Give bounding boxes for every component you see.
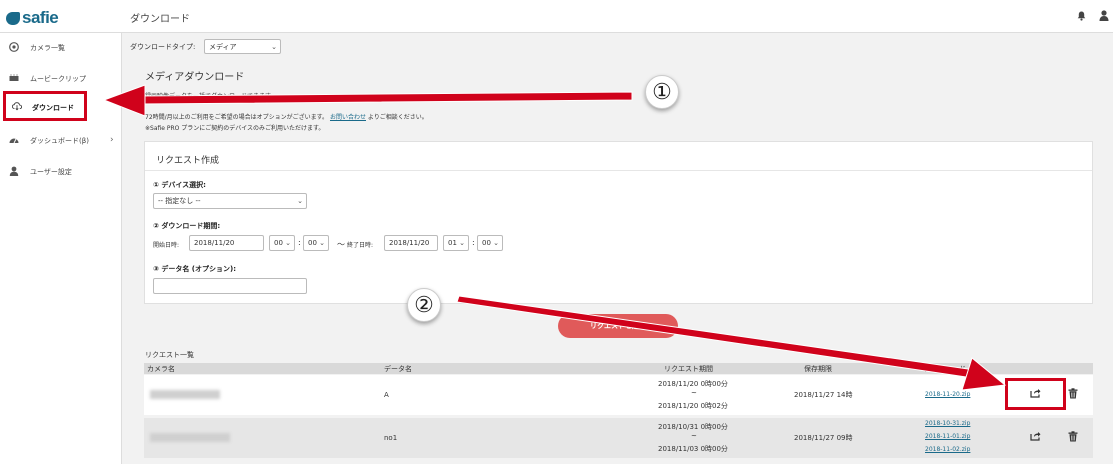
chevron-down-icon: ⌄ — [319, 239, 325, 247]
end-hour-select[interactable]: 01 ⌄ — [443, 235, 469, 251]
chevron-down-icon: ⌄ — [459, 239, 465, 247]
chevron-down-icon: ⌄ — [271, 42, 277, 51]
camera-name-redacted — [150, 390, 220, 399]
annotation-badge-2: ② — [407, 288, 441, 322]
bell-icon[interactable] — [1077, 11, 1086, 21]
period-end: 2018/11/20 0時02分 — [658, 402, 728, 410]
sidebar-item-label: ムービークリップ — [30, 75, 86, 83]
trash-icon[interactable] — [1068, 431, 1078, 442]
annotation-badge-1: ① — [645, 75, 679, 109]
info-line-2-text: 72時間/月以上のご利用をご希望の場合はオプションがございます。 — [145, 114, 329, 121]
safie-logo[interactable]: safie — [6, 8, 59, 28]
time-separator: : — [472, 238, 475, 247]
column-expiry: 保存期限 — [804, 365, 832, 373]
start-hour-value: 00 — [274, 239, 283, 247]
info-line-3: ※Safie PRO プランにご契約のデバイスのみご利用いただけます。 — [145, 125, 325, 132]
info-line-1: 録画映像データを一括でダウンロードできます。 — [145, 93, 277, 100]
page-title: ダウンロード — [130, 14, 190, 25]
period-tilde: 〜 — [337, 240, 345, 249]
column-download: ダウンロード — [924, 365, 966, 373]
column-camera: カメラ名 — [147, 365, 175, 373]
info-line-2: 72時間/月以上のご利用をご希望の場合はオプションがございます。 お問い合わせ … — [145, 112, 428, 121]
period-start: 2018/10/31 0時00分 — [658, 423, 728, 431]
logo-text: safie — [22, 8, 59, 27]
send-request-button[interactable]: リクエストを送る — [558, 314, 678, 338]
end-datetime-label: 終了日時: — [347, 242, 374, 249]
request-form-card: リクエスト作成 ① デバイス選択: -- 指定なし -- ⌄ ② ダウンロード期… — [144, 141, 1093, 304]
request-form-title: リクエスト作成 — [156, 156, 220, 166]
sidebar-item-label: ダウンロード — [32, 104, 74, 112]
device-select-value: -- 指定なし -- — [158, 197, 201, 205]
sidebar: カメラ一覧 ムービークリップ ダウンロード ダッシュボード(β) › ユーザー設… — [0, 33, 122, 464]
sidebar-item-download[interactable]: ダウンロード — [3, 91, 87, 121]
camera-icon — [9, 42, 19, 52]
column-period: リクエスト期間 — [664, 365, 713, 373]
cloud-download-icon — [12, 102, 22, 111]
end-date-value: 2018/11/20 — [389, 239, 430, 247]
download-type-select[interactable]: メディア ⌄ — [204, 39, 281, 54]
sidebar-item-camera-list[interactable]: カメラ一覧 — [0, 35, 122, 59]
data-name-input[interactable] — [153, 278, 307, 294]
period-end: 2018/11/03 0時00分 — [658, 445, 728, 453]
share-highlight-box — [1005, 378, 1066, 410]
logo-mark-icon — [6, 11, 20, 25]
period-start: 2018/11/20 0時00分 — [658, 380, 728, 388]
table-row: A 2018/11/20 0時00分 ~ 2018/11/20 0時02分 20… — [144, 375, 1093, 415]
share-icon[interactable] — [1030, 431, 1041, 441]
data-name-label: ③ データ名 (オプション): — [153, 265, 236, 273]
start-date-input[interactable]: 2018/11/20 — [189, 235, 264, 251]
chevron-down-icon: ⌄ — [297, 197, 303, 205]
info-line-2-suffix: よりご相談ください。 — [367, 114, 428, 121]
trash-icon[interactable] — [1068, 388, 1078, 399]
data-name-cell: no1 — [384, 434, 398, 442]
contact-link[interactable]: お問い合わせ — [330, 114, 366, 121]
sidebar-item-label: カメラ一覧 — [30, 44, 65, 52]
column-data-name: データ名 — [384, 365, 412, 373]
period-sep: ~ — [691, 432, 697, 440]
sidebar-item-user-settings[interactable]: ユーザー設定 — [0, 159, 122, 183]
end-minute-select[interactable]: 00 ⌄ — [477, 235, 503, 251]
section-title: メディアダウンロード — [145, 72, 245, 83]
download-type-label: ダウンロードタイプ: — [130, 43, 196, 51]
film-icon — [9, 74, 19, 81]
device-select-label: ① デバイス選択: — [153, 181, 206, 189]
start-hour-select[interactable]: 00 ⌄ — [269, 235, 295, 251]
chevron-right-icon: › — [110, 135, 114, 145]
download-file-link[interactable]: 2018-11-02.zip — [925, 446, 970, 453]
sidebar-item-movie-clip[interactable]: ムービークリップ — [0, 66, 122, 90]
period-sep: ~ — [691, 389, 697, 397]
card-divider — [145, 170, 1092, 171]
main-content: ダウンロードタイプ: メディア ⌄ メディアダウンロード 録画映像データを一括で… — [122, 33, 1113, 464]
end-hour-value: 01 — [448, 239, 457, 247]
camera-name-redacted — [150, 433, 230, 442]
table-row: no1 2018/10/31 0時00分 ~ 2018/11/03 0時00分 … — [144, 418, 1093, 458]
start-minute-value: 00 — [308, 239, 317, 247]
data-name-cell: A — [384, 391, 389, 399]
download-file-link[interactable]: 2018-11-01.zip — [925, 433, 970, 440]
end-minute-value: 00 — [482, 239, 491, 247]
start-datetime-label: 開始日時: — [153, 242, 180, 249]
download-type-value: メディア — [209, 42, 237, 51]
period-label: ② ダウンロード期間: — [153, 222, 221, 230]
expiry-cell: 2018/11/27 09時 — [794, 434, 853, 442]
user-icon — [9, 166, 19, 176]
device-select[interactable]: -- 指定なし -- ⌄ — [153, 193, 307, 209]
request-table-header: カメラ名 データ名 リクエスト期間 保存期限 ダウンロード — [144, 363, 1093, 374]
end-date-input[interactable]: 2018/11/20 — [384, 235, 438, 251]
start-minute-select[interactable]: 00 ⌄ — [303, 235, 329, 251]
chevron-down-icon: ⌄ — [285, 239, 291, 247]
sidebar-item-label: ユーザー設定 — [30, 168, 72, 176]
top-header: safie ダウンロード — [0, 0, 1113, 33]
start-date-value: 2018/11/20 — [194, 239, 235, 247]
request-list-title: リクエスト一覧 — [145, 351, 194, 359]
dashboard-icon — [9, 138, 19, 144]
chevron-down-icon: ⌄ — [493, 239, 499, 247]
user-account-icon[interactable] — [1099, 10, 1109, 21]
sidebar-item-dashboard[interactable]: ダッシュボード(β) › — [0, 128, 122, 152]
download-file-link[interactable]: 2018-10-31.zip — [925, 420, 970, 427]
time-separator: : — [298, 238, 301, 247]
expiry-cell: 2018/11/27 14時 — [794, 391, 853, 399]
download-file-link[interactable]: 2018-11-20.zip — [925, 391, 970, 398]
sidebar-item-label: ダッシュボード(β) — [30, 137, 89, 145]
